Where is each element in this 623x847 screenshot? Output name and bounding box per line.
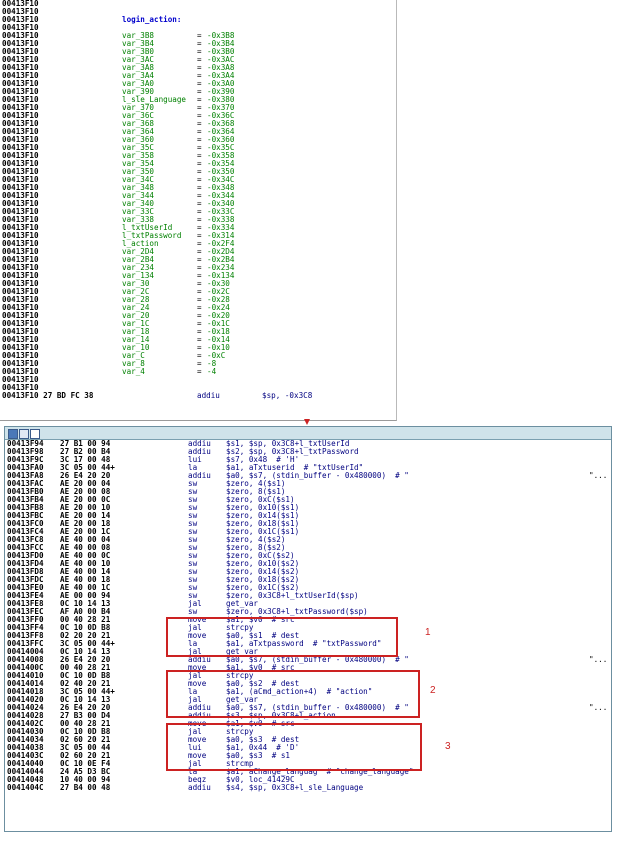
highlight-box-1 <box>166 617 398 657</box>
stack-var-offset: -4 <box>207 367 217 376</box>
truncation-marker: "... <box>589 703 608 712</box>
listing-row[interactable]: 00413F10 <box>0 8 396 16</box>
disassembly-view-top[interactable]: 00413F10 00413F10 00413F10 login_action: 004… <box>0 0 397 421</box>
instruction-mnemonic: addiu <box>197 391 220 400</box>
equals-sign: = <box>197 367 202 376</box>
instruction-operand: $sp, -0x3C8 <box>262 391 313 400</box>
stack-var-name: var_4 <box>122 367 145 376</box>
truncation-marker: "... <box>589 655 608 664</box>
top-listing: 00413F10 00413F10 00413F10 login_action: 004… <box>0 0 396 400</box>
instruction-mnemonic: addiu <box>188 783 211 792</box>
callout-label-3: 3 <box>445 741 451 752</box>
row-address: 00413F10 27 BD FC 38 <box>2 391 94 400</box>
color-icon[interactable] <box>8 429 18 439</box>
truncation-marker: "... <box>589 471 608 480</box>
highlight-box-2 <box>166 670 420 718</box>
listing-row[interactable]: 00413F10 login_action: <box>0 16 396 24</box>
disassembly-view-bottom[interactable]: 00413F94 27 B1 00 94 addiu $s1, $sp, 0x3C8+… <box>4 426 612 832</box>
instruction-row[interactable]: 0041404C 27 B4 00 48 addiu $s4, $sp, 0x3C8+… <box>5 784 611 792</box>
instruction-address: 0041404C <box>7 783 44 792</box>
opcode-bytes: 27 B4 00 48 <box>60 783 111 792</box>
graph-icon[interactable] <box>19 429 29 439</box>
highlight-box-3 <box>166 723 422 771</box>
listing-row-prologue[interactable]: 00413F10 27 BD FC 38 addiu $sp, -0x3C8 <box>0 392 396 400</box>
text-view-icon[interactable] <box>30 429 40 439</box>
function-label: login_action: <box>122 15 182 24</box>
callout-label-1: 1 <box>425 627 431 638</box>
listing-row[interactable]: 00413F10 <box>0 376 396 384</box>
callout-label-2: 2 <box>430 685 436 696</box>
flow-arrow-icon <box>304 419 310 425</box>
instruction-operands: $s4, $sp, 0x3C8+l_sle_Language <box>226 783 364 792</box>
listing-row[interactable]: 00413F10 var_4 = -4 <box>0 368 396 376</box>
listing-row[interactable]: 00413F10 <box>0 0 396 8</box>
